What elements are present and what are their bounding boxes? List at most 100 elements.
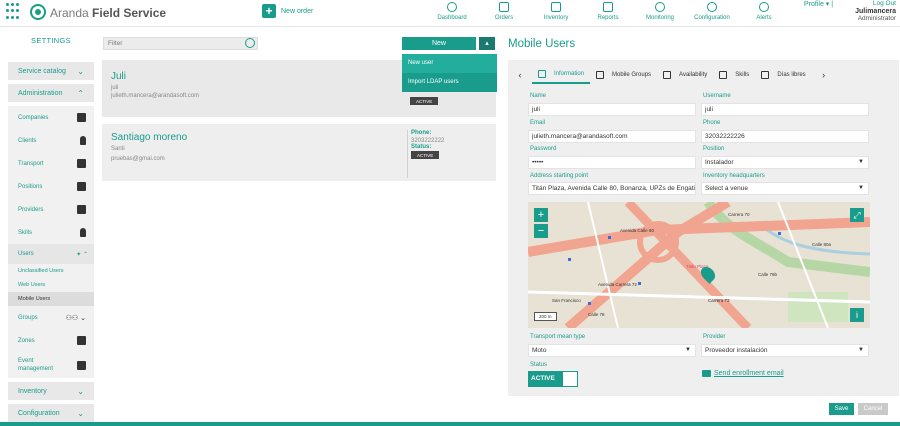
map-label: Avenida Carrera 72 bbox=[598, 282, 637, 287]
user-card[interactable]: Santiago moreno Santi pruebas@gmai.com P… bbox=[102, 124, 496, 181]
profile-menu[interactable]: Profile ▾ | bbox=[804, 0, 833, 8]
tab-information[interactable]: Information bbox=[532, 66, 591, 84]
logout-link[interactable]: Log Out bbox=[855, 0, 896, 8]
sidebar-item-transport[interactable]: Transport bbox=[8, 152, 94, 175]
sidebar-item-skills[interactable]: Skills bbox=[8, 221, 94, 244]
caret-down-icon: ▼ bbox=[858, 185, 864, 191]
nav-label: Alerts bbox=[756, 15, 772, 21]
new-button[interactable]: New bbox=[402, 37, 476, 50]
name-label: Name bbox=[530, 93, 547, 99]
person-add-icon bbox=[761, 71, 770, 79]
nav-monitoring[interactable]: Monitoring bbox=[634, 0, 686, 27]
sidebar-item-mobile-users[interactable]: Mobile Users bbox=[8, 292, 94, 306]
email-field[interactable]: julieth.mancera@arandasoft.com bbox=[528, 130, 696, 143]
nav-orders[interactable]: Orders bbox=[478, 0, 530, 27]
nav-reports[interactable]: Reports bbox=[582, 0, 634, 27]
top-header: Aranda Field Service + New order Dashboa… bbox=[0, 0, 900, 27]
provider-label: Provider bbox=[703, 334, 726, 340]
map-label: Calle 78 bbox=[588, 312, 605, 317]
send-enrollment-email-link[interactable]: Send enrollment email bbox=[702, 370, 784, 377]
menu-item-new-user[interactable]: New user bbox=[402, 54, 497, 73]
hq-value: Select a venue bbox=[705, 185, 749, 192]
nav-label: Monitoring bbox=[645, 15, 674, 21]
toggle-knob bbox=[563, 372, 577, 386]
sidebar-item-positions[interactable]: Positions bbox=[8, 175, 94, 198]
fullscreen-icon[interactable]: ⤢ bbox=[850, 208, 864, 222]
mail-icon bbox=[702, 370, 711, 377]
sidebar-item-label: Users bbox=[18, 251, 34, 257]
sidebar-item-unclassified-users[interactable]: Unclassified Users bbox=[8, 264, 94, 278]
filter-input[interactable]: Filter bbox=[103, 37, 258, 50]
transport-select[interactable]: Moto ▼ bbox=[528, 344, 696, 357]
address-field[interactable]: Titán Plaza, Avenida Calle 80, Bonanza, … bbox=[528, 182, 696, 195]
tab-dias-libres[interactable]: Días libres bbox=[755, 66, 811, 84]
password-label: Password bbox=[530, 146, 557, 152]
sidebar-inventory[interactable]: Inventory ⌄ bbox=[8, 382, 94, 400]
sidebar-item-event-management[interactable]: Event management bbox=[8, 352, 94, 378]
address-label: Address starting point bbox=[530, 173, 589, 179]
briefcase-icon bbox=[77, 182, 86, 191]
user-role: Administrator bbox=[857, 15, 896, 22]
name-field[interactable]: juli bbox=[528, 103, 696, 116]
phone-label: Phone: bbox=[411, 130, 432, 136]
user-box: Log Out Julimancera Administrator bbox=[855, 0, 896, 23]
provider-select[interactable]: Proveedor instalación ▼ bbox=[701, 344, 869, 357]
menu-item-import-ldap[interactable]: Import LDAP users bbox=[402, 73, 497, 92]
new-dropdown-toggle[interactable]: ▴ bbox=[479, 37, 495, 50]
sidebar-configuration[interactable]: Configuration ⌄ bbox=[8, 404, 94, 422]
tab-label: Availability bbox=[679, 72, 708, 78]
map-label: San Francisco bbox=[552, 298, 581, 303]
settings-sidebar: SETTINGS Service catalog ⌄ Administration… bbox=[8, 36, 94, 426]
zoom-out-button[interactable]: − bbox=[534, 224, 548, 238]
tab-mobile-groups[interactable]: Mobile Groups bbox=[590, 66, 657, 84]
sidebar-item-clients[interactable]: Clients bbox=[8, 129, 94, 152]
sidebar-item-providers[interactable]: Providers bbox=[8, 198, 94, 221]
username-field[interactable]: juli bbox=[701, 103, 869, 116]
cancel-button[interactable]: Cancel bbox=[858, 403, 888, 415]
sidebar-service-catalog[interactable]: Service catalog ⌄ bbox=[8, 62, 94, 80]
building-icon bbox=[77, 113, 86, 122]
new-order-button[interactable]: + New order bbox=[262, 4, 313, 18]
map-label: Carrera 70 bbox=[728, 212, 750, 217]
info-icon[interactable]: i bbox=[850, 308, 864, 322]
tab-label: Skills bbox=[735, 72, 750, 78]
save-button[interactable]: Save bbox=[829, 403, 854, 415]
zoom-in-button[interactable]: + bbox=[534, 208, 548, 222]
nav-dashboard[interactable]: Dashboard bbox=[426, 0, 478, 27]
nav-inventory[interactable]: Inventory bbox=[530, 0, 582, 27]
tabs-next-icon[interactable]: › bbox=[812, 70, 836, 80]
hq-select[interactable]: Select a venue ▼ bbox=[701, 182, 869, 195]
nav-label: Inventory bbox=[543, 15, 569, 21]
search-icon[interactable] bbox=[245, 38, 255, 48]
sidebar-item-users[interactable]: Users ✦ ⌃ bbox=[8, 244, 94, 264]
position-select[interactable]: Instalador ▼ bbox=[701, 156, 869, 169]
event-icon bbox=[77, 360, 86, 370]
tab-skills[interactable]: Skills bbox=[713, 66, 755, 84]
sidebar-item-web-users[interactable]: Web Users bbox=[8, 278, 94, 292]
sidebar-item-label: Positions bbox=[18, 183, 43, 190]
tab-availability[interactable]: Availability bbox=[657, 66, 713, 84]
tabs-prev-icon[interactable]: ‹ bbox=[508, 70, 532, 80]
app-title-light: Aranda bbox=[50, 6, 89, 20]
users-chevron-up-icon: ✦ ⌃ bbox=[76, 251, 88, 258]
email-label: Email bbox=[530, 120, 546, 126]
apps-grid-icon[interactable] bbox=[6, 3, 20, 21]
provider-value: Proveedor instalación bbox=[705, 347, 768, 354]
person-icon bbox=[538, 70, 546, 78]
status-toggle[interactable]: ACTIVE bbox=[528, 371, 578, 387]
password-field[interactable]: ••••• bbox=[528, 156, 696, 169]
sidebar-item-zones[interactable]: Zones bbox=[8, 329, 94, 352]
nav-configuration[interactable]: Configuration bbox=[686, 0, 738, 27]
nav-label: Reports bbox=[597, 15, 619, 21]
map-scale: 200 m bbox=[534, 312, 557, 321]
sidebar-item-groups[interactable]: Groups ⚇⚇ ⌄ bbox=[8, 306, 94, 329]
tab-label: Mobile Groups bbox=[612, 72, 652, 78]
groups-icon: ⚇⚇ ⌄ bbox=[65, 314, 86, 322]
location-map[interactable]: + − ⤢ i Titán Plaza Avenida Carrera 72 A… bbox=[528, 202, 870, 328]
sidebar-administration[interactable]: Administration ⌃ bbox=[8, 84, 94, 102]
sidebar-item-label: Providers bbox=[18, 206, 44, 213]
phone-field[interactable]: 32032222226 bbox=[701, 130, 869, 143]
sidebar-item-companies[interactable]: Companies bbox=[8, 106, 94, 129]
new-order-label: New order bbox=[281, 7, 314, 15]
nav-alerts[interactable]: Alerts bbox=[738, 0, 790, 27]
